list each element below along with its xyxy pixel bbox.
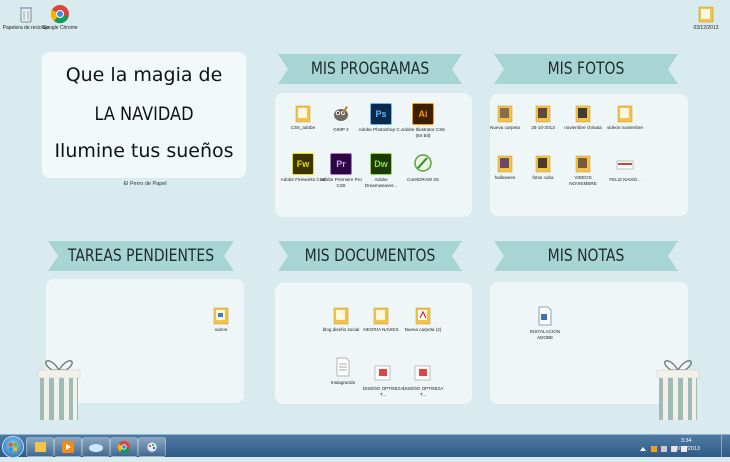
- icon-label: DISEÑO OPTIMIZA T...: [402, 386, 444, 397]
- icon-label: noviembre chinata: [564, 125, 602, 130]
- quote-line-2: LA NAVIDAD: [94, 103, 194, 125]
- show-hidden-icons-icon: [640, 447, 646, 451]
- windows-logo-icon: [9, 443, 17, 451]
- folder-icon: [616, 103, 634, 123]
- clock[interactable]: 3:34 03/12/2013: [672, 437, 700, 453]
- fotos-item-noviembre-chinata[interactable]: noviembre chinata: [560, 103, 606, 131]
- desktop-icon-label: 03/12/2013: [693, 25, 719, 31]
- notas-banner: MIS NOTAS: [494, 241, 678, 271]
- documentos-title: MIS DOCUMENTOS: [304, 246, 436, 266]
- program-coreldraw[interactable]: CorelDRAW X5: [400, 153, 446, 183]
- notas-item-instalacion-adobe[interactable]: INSTALACION ADOBE: [522, 305, 568, 340]
- icon-label: varios: [214, 327, 228, 332]
- explorer-icon: [35, 442, 46, 452]
- folder-icon: [534, 153, 552, 173]
- image-file-icon: [615, 153, 635, 175]
- show-desktop-button[interactable]: [721, 435, 730, 457]
- documentos-banner: MIS DOCUMENTOS: [278, 241, 462, 271]
- paint-icon: [146, 441, 158, 453]
- taskbar-explorer-button[interactable]: [26, 437, 54, 457]
- programas-banner: MIS PROGRAMAS: [278, 54, 462, 84]
- program-dreamweaver[interactable]: Dw Adobe Dreamweaver...: [358, 153, 404, 188]
- text-file-icon: [333, 356, 353, 378]
- chrome-icon: [117, 441, 130, 454]
- tareas-title: TAREAS PENDIENTES: [67, 246, 215, 266]
- fotos-item-feliz-navidad[interactable]: FELIZ NAVID...: [602, 153, 648, 183]
- clock-time: 3:34: [680, 438, 692, 444]
- folder-icon: [574, 103, 592, 123]
- programas-title: MIS PROGRAMAS: [310, 59, 430, 79]
- icon-label: Nueva carpeta (2): [404, 327, 442, 332]
- taskbar-folder-button[interactable]: [82, 437, 110, 457]
- folder-icon: [496, 153, 514, 173]
- tareas-item-varios[interactable]: varios: [198, 305, 244, 333]
- icon-label: Adobe Dreamweaver...: [364, 177, 398, 188]
- folder-icon: [372, 305, 390, 325]
- folder-icon: [212, 305, 230, 325]
- icon-label: Adobe Illustrator CS6 (64 Bit): [401, 127, 445, 138]
- gift-box-left: [37, 360, 81, 420]
- desktop-icon-label: Google Chrome: [42, 25, 78, 31]
- taskbar-media-player-button[interactable]: [54, 437, 82, 457]
- chrome-desktop-icon[interactable]: Google Chrome: [36, 4, 84, 31]
- icon-label: Adobe Photoshop C...: [358, 127, 404, 132]
- taskbar-chrome-button[interactable]: [110, 437, 138, 457]
- folder-icon: [294, 103, 312, 123]
- notas-title: MIS NOTAS: [547, 246, 625, 266]
- program-illustrator[interactable]: Ai Adobe Illustrator CS6 (64 Bit): [400, 103, 446, 138]
- tareas-banner: TAREAS PENDIENTES: [48, 241, 234, 271]
- pdf-file-icon: [373, 362, 393, 384]
- folder-icon: [496, 103, 514, 123]
- folder-icon: [696, 4, 716, 24]
- doc-item-nueva-carpeta-2[interactable]: Nueva carpeta (2): [400, 305, 446, 333]
- fotos-title: MIS FOTOS: [547, 59, 625, 79]
- document-file-icon: [535, 305, 555, 327]
- app-tray-icon: [651, 446, 657, 452]
- photoshop-icon: Ps: [370, 103, 392, 125]
- icon-label: VIDEOS NOVIEMBRE: [569, 175, 597, 186]
- network-icon: [661, 446, 667, 452]
- folder-icon: [89, 444, 103, 452]
- pdf-file-icon: [413, 362, 433, 384]
- icon-label: videos noviembre: [606, 125, 643, 130]
- icon-label: FELIZ NAVID...: [609, 177, 641, 182]
- program-photoshop[interactable]: Ps Adobe Photoshop C...: [358, 103, 404, 133]
- taskbar: 3:34 03/12/2013: [0, 434, 730, 458]
- icon-label: CorelDRAW X5: [407, 177, 439, 182]
- premiere-icon: Pr: [330, 153, 352, 175]
- folder-icon: [332, 305, 350, 325]
- folder-icon: [574, 153, 592, 173]
- gift-box-right: [656, 360, 700, 420]
- doc-item-negria-navies[interactable]: NEGRIA NAVIES: [358, 305, 404, 333]
- taskbar-paint-button[interactable]: [138, 437, 166, 457]
- folder-icon: [534, 103, 552, 123]
- icon-label: NEGRIA NAVIES: [363, 327, 399, 332]
- date-folder-desktop-icon[interactable]: 03/12/2013: [682, 4, 730, 31]
- clock-date: 03/12/2013: [672, 446, 700, 452]
- fotos-banner: MIS FOTOS: [494, 54, 678, 84]
- fotos-item-videos-noviembre[interactable]: videos noviembre: [602, 103, 648, 131]
- recycle-bin-icon: [16, 4, 36, 24]
- quote-line-3: Ilumine tus sueños: [54, 140, 234, 162]
- quote-line-1: Que la magia de: [65, 64, 223, 86]
- icon-label: INSTALACION ADOBE: [529, 329, 561, 340]
- start-button[interactable]: [2, 436, 24, 458]
- doc-item-diseno-optimiza-2[interactable]: DISEÑO OPTIMIZA T...: [400, 362, 446, 397]
- fireworks-icon: Fw: [292, 153, 314, 175]
- coreldraw-icon: [413, 153, 433, 175]
- media-player-icon: [62, 441, 74, 453]
- chrome-icon: [50, 4, 70, 24]
- fotos-item-videos-noviembre-2[interactable]: VIDEOS NOVIEMBRE: [560, 153, 606, 186]
- quote-credit: El Perro de Papel: [123, 181, 167, 187]
- pdf-folder-icon: [414, 305, 432, 325]
- gimp-icon: [331, 103, 351, 125]
- illustrator-icon: Ai: [412, 103, 434, 125]
- dreamweaver-icon: Dw: [370, 153, 392, 175]
